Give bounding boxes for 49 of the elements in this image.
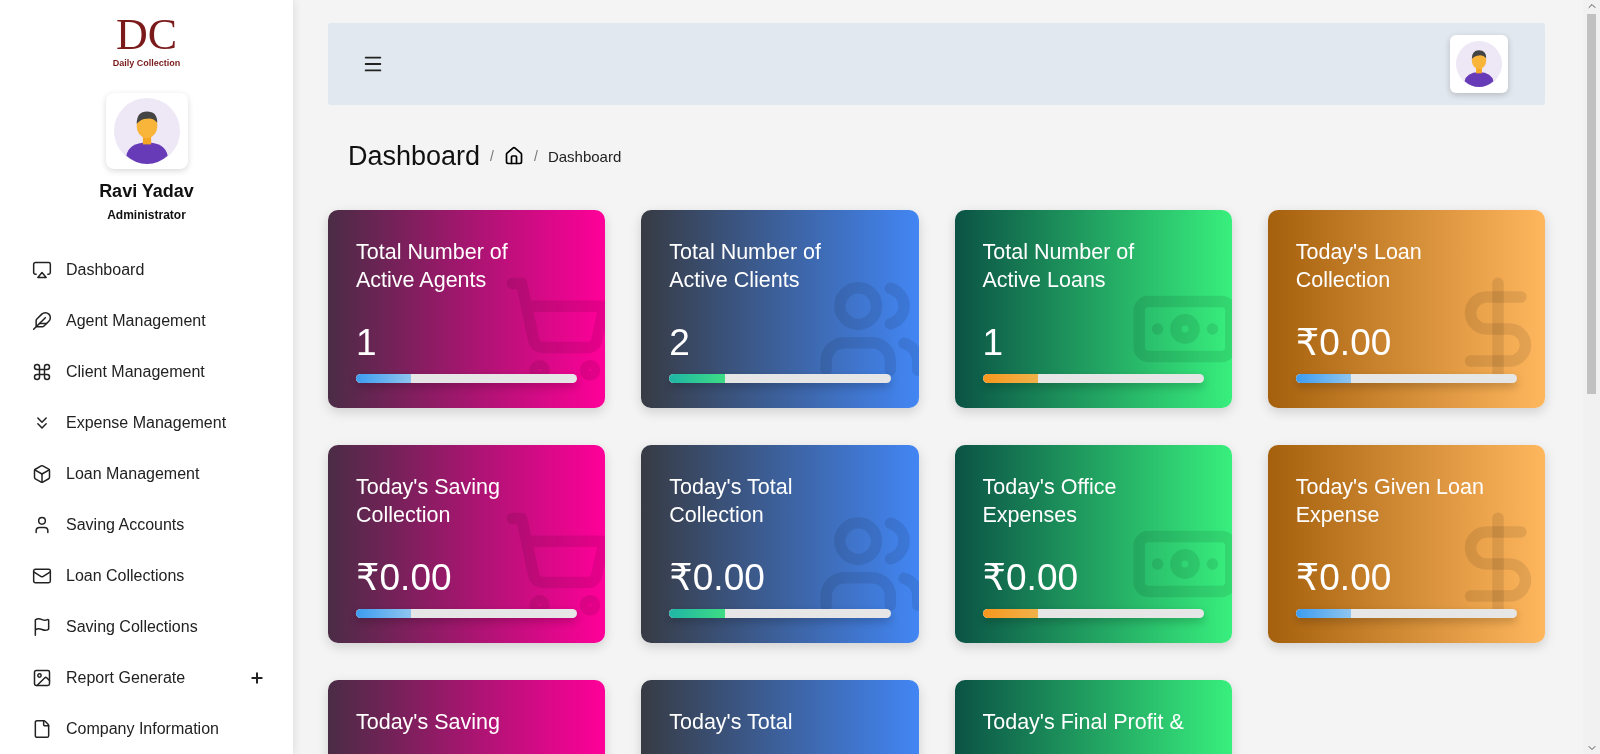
card-title: Total Number of Active Loans bbox=[982, 239, 1135, 294]
card-title: Today's Office Expenses bbox=[982, 474, 1117, 529]
card-title: Today's Total bbox=[669, 709, 793, 736]
card-title: Today's Saving bbox=[356, 709, 500, 736]
card-title: Total Number of Active Agents bbox=[356, 239, 508, 294]
card-value: 1 bbox=[356, 322, 377, 363]
card-value: 2 bbox=[669, 322, 690, 363]
card-value: ₹0.00 bbox=[669, 557, 765, 598]
user-icon bbox=[32, 514, 52, 535]
airplay-icon bbox=[32, 259, 52, 280]
card-title: Today's Given Loan Expense bbox=[1295, 474, 1484, 529]
sidebar-item[interactable]: Company Information bbox=[32, 703, 265, 754]
sidebar-item[interactable]: Expense Management bbox=[32, 397, 265, 448]
sidebar-item[interactable]: Dashboard bbox=[32, 244, 265, 295]
sidebar-item[interactable]: Saving Accounts bbox=[32, 499, 265, 550]
sidebar-item[interactable]: Report Generate bbox=[32, 652, 265, 703]
sidebar-item[interactable]: Loan Collections bbox=[32, 550, 265, 601]
breadcrumb-link[interactable]: Dashboard bbox=[547, 147, 622, 165]
breadcrumb-separator: / bbox=[490, 148, 494, 164]
home-icon[interactable] bbox=[504, 146, 524, 166]
card-value: ₹0.00 bbox=[1295, 322, 1392, 363]
sidebar-item[interactable]: Loan Management bbox=[32, 448, 265, 499]
header-avatar[interactable] bbox=[1450, 35, 1508, 93]
file-icon bbox=[32, 718, 52, 739]
user-name: Ravi Yadav bbox=[98, 181, 195, 202]
command-icon bbox=[32, 361, 52, 382]
card-title: Today's Saving Collection bbox=[356, 474, 500, 529]
sidebar-item[interactable]: Saving Collections bbox=[32, 601, 265, 652]
logo: DC bbox=[115, 12, 178, 58]
sidebar-item[interactable]: Client Management bbox=[32, 346, 265, 397]
logo-tagline: Daily Collection bbox=[112, 58, 181, 69]
image-icon bbox=[32, 667, 52, 688]
flag-icon bbox=[32, 616, 52, 637]
feather-icon bbox=[32, 310, 52, 331]
avatar-drawing bbox=[1456, 41, 1502, 87]
box-icon bbox=[32, 463, 52, 484]
avatar-drawing bbox=[113, 98, 180, 164]
page-title: Dashboard bbox=[348, 140, 481, 172]
breadcrumb-separator: / bbox=[534, 148, 538, 164]
card-value: ₹0.00 bbox=[982, 557, 1079, 598]
card-title: Today's Final Profit & bbox=[982, 709, 1184, 736]
card-title: Today's Total Collection bbox=[669, 474, 793, 529]
card-value: ₹0.00 bbox=[356, 557, 452, 598]
user-role: Administrator bbox=[106, 208, 187, 222]
sidebar-item[interactable]: Agent Management bbox=[32, 295, 265, 346]
card-value: ₹0.00 bbox=[1295, 557, 1392, 598]
card-title: Total Number of Active Clients bbox=[669, 239, 821, 294]
card-value: 1 bbox=[982, 322, 1004, 363]
card-title: Today's Loan Collection bbox=[1295, 239, 1422, 294]
